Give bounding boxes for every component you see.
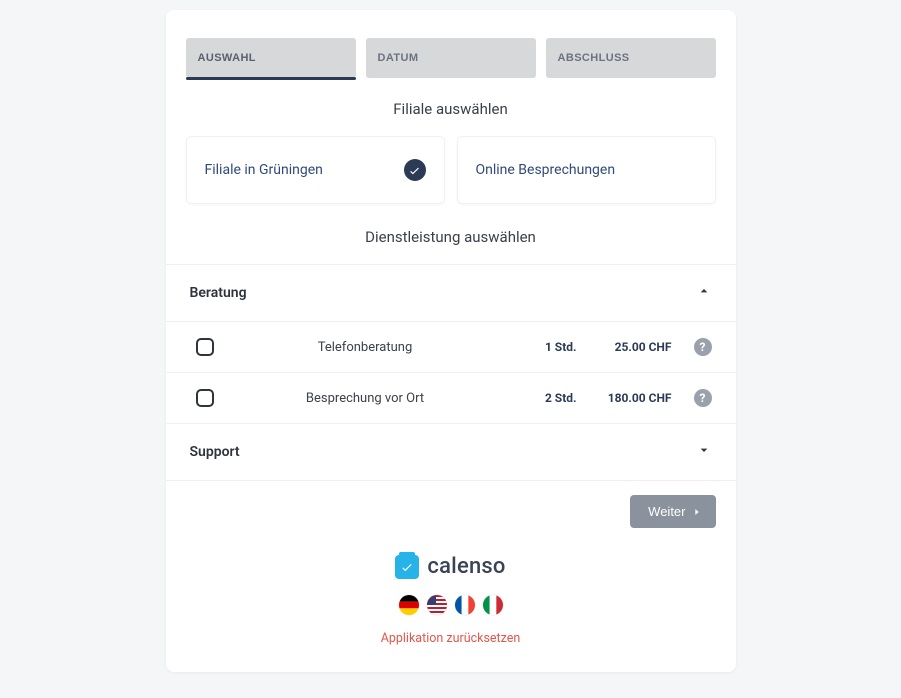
- category-label: Beratung: [190, 285, 247, 301]
- service-accordion: Beratung Telefonberatung 1 Std. 25.00 CH…: [166, 264, 736, 481]
- logo-text: calenso: [427, 554, 505, 579]
- service-name: Besprechung vor Ort: [214, 391, 507, 406]
- category-label: Support: [190, 444, 240, 460]
- tab-auswahl[interactable]: AUSWAHL: [186, 38, 356, 78]
- help-icon[interactable]: ?: [694, 389, 712, 407]
- help-icon[interactable]: ?: [694, 338, 712, 356]
- service-price: 180.00 CHF: [577, 391, 672, 405]
- flag-it-icon[interactable]: [483, 595, 503, 615]
- flag-fr-icon[interactable]: [455, 595, 475, 615]
- service-duration: 1 Std.: [507, 340, 577, 354]
- service-row-besprechung-vor-ort[interactable]: Besprechung vor Ort 2 Std. 180.00 CHF ?: [166, 373, 736, 424]
- logo: calenso: [166, 554, 736, 579]
- next-button-label: Weiter: [648, 504, 685, 519]
- branch-label: Filiale in Grüningen: [205, 162, 323, 178]
- chevron-right-icon: [692, 506, 702, 518]
- check-circle-icon: [404, 159, 426, 181]
- service-checkbox[interactable]: [196, 338, 214, 356]
- service-section-title: Dienstleistung auswählen: [182, 228, 720, 246]
- service-checkbox[interactable]: [196, 389, 214, 407]
- service-row-telefonberatung[interactable]: Telefonberatung 1 Std. 25.00 CHF ?: [166, 322, 736, 373]
- branch-option-online[interactable]: Online Besprechungen: [457, 136, 716, 204]
- reset-link[interactable]: Applikation zurücksetzen: [166, 631, 736, 646]
- calenso-logo-icon: [395, 555, 419, 579]
- chevron-up-icon: [696, 283, 712, 303]
- flag-us-icon[interactable]: [427, 595, 447, 615]
- service-name: Telefonberatung: [214, 340, 507, 355]
- category-support-header[interactable]: Support: [166, 424, 736, 481]
- tab-abschluss[interactable]: ABSCHLUSS: [546, 38, 716, 78]
- next-button[interactable]: Weiter: [630, 495, 715, 528]
- branch-label: Online Besprechungen: [476, 162, 616, 178]
- flag-de-icon[interactable]: [399, 595, 419, 615]
- branch-option-gruningen[interactable]: Filiale in Grüningen: [186, 136, 445, 204]
- service-duration: 2 Std.: [507, 391, 577, 405]
- branch-section-title: Filiale auswählen: [182, 100, 720, 118]
- tab-datum[interactable]: DATUM: [366, 38, 536, 78]
- language-switcher: [166, 595, 736, 615]
- chevron-down-icon: [696, 442, 712, 462]
- category-beratung-header[interactable]: Beratung: [166, 265, 736, 322]
- step-tabs: AUSWAHL DATUM ABSCHLUSS: [182, 38, 720, 78]
- service-price: 25.00 CHF: [577, 340, 672, 354]
